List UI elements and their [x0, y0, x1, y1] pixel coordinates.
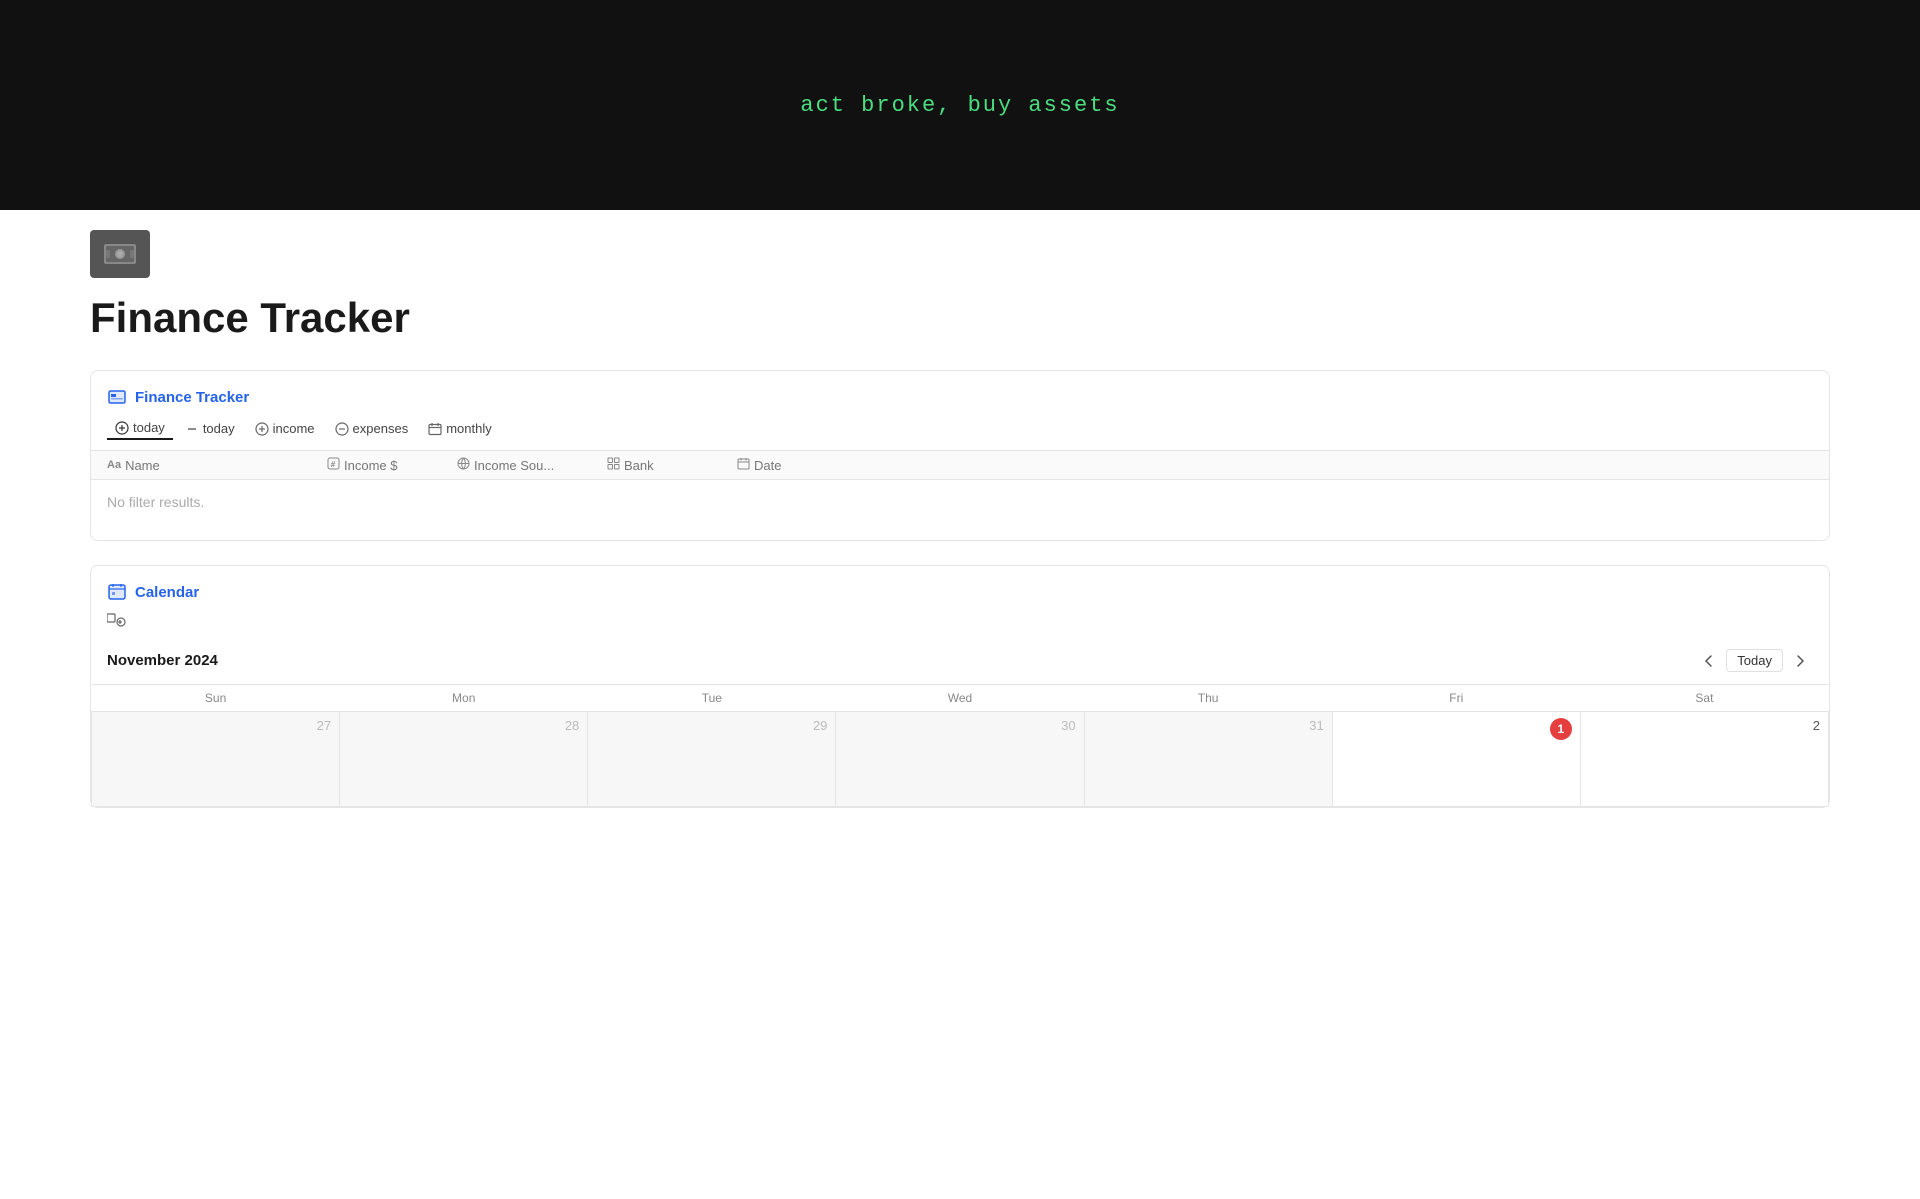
expenses-circle-icon — [335, 422, 349, 436]
cal-cell-2[interactable]: 2 — [1580, 712, 1828, 807]
cal-today-button[interactable]: Today — [1726, 649, 1783, 672]
income-filter[interactable]: income — [247, 418, 323, 439]
cal-filter-icon[interactable] — [107, 612, 127, 633]
plus-circle-icon — [115, 421, 129, 435]
col-tue: Tue — [588, 685, 836, 712]
text-field-icon: Aa — [107, 459, 121, 471]
page-title: Finance Tracker — [90, 294, 1830, 342]
date-calendar-icon — [737, 457, 750, 473]
col-date-header[interactable]: Date — [737, 457, 867, 473]
income-filter-label: income — [273, 421, 315, 436]
today-filter-label: today — [203, 421, 235, 436]
hero-banner: act broke, buy assets — [0, 0, 1920, 210]
db-header: Finance Tracker — [91, 387, 1829, 417]
number-icon: # — [327, 457, 340, 473]
cal-db-icon — [107, 582, 127, 602]
page-icon-area — [0, 210, 1920, 278]
cal-navigation: November 2024 Today — [91, 641, 1829, 684]
col-source-header[interactable]: Income Sou... — [457, 457, 607, 473]
col-name-header[interactable]: Aa Name — [107, 458, 327, 473]
col-wed: Wed — [836, 685, 1084, 712]
expenses-filter-label: expenses — [353, 421, 409, 436]
today-filter[interactable]: today — [177, 418, 243, 439]
cal-cell-1-today[interactable]: 1 — [1332, 712, 1580, 807]
col-mon: Mon — [340, 685, 588, 712]
cal-month-label: November 2024 — [107, 652, 218, 669]
cal-prev-button[interactable] — [1696, 650, 1722, 672]
col-fri: Fri — [1332, 685, 1580, 712]
calendar-week-row: 27 28 29 30 31 — [92, 712, 1829, 807]
col-thu: Thu — [1084, 685, 1332, 712]
col-income-label: Income $ — [344, 458, 397, 473]
main-content: Finance Tracker Finance Tracker — [0, 278, 1920, 848]
cal-cell-27[interactable]: 27 — [92, 712, 340, 807]
income-circle-icon — [255, 422, 269, 436]
calendar-widget: Calendar November 2024 — [90, 565, 1830, 808]
expenses-filter[interactable]: expenses — [327, 418, 417, 439]
cal-db-header: Calendar — [91, 582, 1829, 612]
col-sun: Sun — [92, 685, 340, 712]
grid-icon — [607, 457, 620, 473]
hero-tagline: act broke, buy assets — [800, 93, 1119, 118]
finance-tracker-link[interactable]: Finance Tracker — [135, 389, 249, 406]
add-today-filter[interactable]: today — [107, 417, 173, 440]
day-num-28: 28 — [348, 718, 579, 733]
cal-cell-28[interactable]: 28 — [340, 712, 588, 807]
day-num-30: 30 — [844, 718, 1075, 733]
col-bank-header[interactable]: Bank — [607, 457, 737, 473]
filter-bar: today today — [91, 417, 1829, 450]
day-num-29: 29 — [596, 718, 827, 733]
cal-nav-right: Today — [1696, 649, 1813, 672]
col-name-label: Name — [125, 458, 160, 473]
day-num-31: 31 — [1093, 718, 1324, 733]
today-badge: 1 — [1550, 718, 1572, 740]
monthly-filter[interactable]: monthly — [420, 418, 500, 439]
day-num-2: 2 — [1589, 718, 1820, 733]
col-source-label: Income Sou... — [474, 458, 554, 473]
day-num-27: 27 — [100, 718, 331, 733]
table-header: Aa Name # Income $ — [91, 450, 1829, 480]
monthly-filter-label: monthly — [446, 421, 492, 436]
cal-next-button[interactable] — [1787, 650, 1813, 672]
monthly-calendar-icon — [428, 422, 442, 436]
db-icon — [107, 387, 127, 407]
source-icon — [457, 457, 470, 473]
day-num-1: 1 — [1341, 718, 1572, 740]
cash-icon — [102, 236, 138, 272]
cal-cell-29[interactable]: 29 — [588, 712, 836, 807]
col-date-label: Date — [754, 458, 781, 473]
dash-icon — [185, 422, 199, 436]
calendar-grid: Sun Mon Tue Wed Thu Fri Sat 27 28 — [91, 684, 1829, 807]
finance-tracker-widget: Finance Tracker today — [90, 370, 1830, 541]
calendar-days-header: Sun Mon Tue Wed Thu Fri Sat — [92, 685, 1829, 712]
col-income-header[interactable]: # Income $ — [327, 457, 457, 473]
calendar-link[interactable]: Calendar — [135, 584, 199, 601]
cal-cell-30[interactable]: 30 — [836, 712, 1084, 807]
svg-text:#: # — [331, 460, 336, 469]
page-icon — [90, 230, 150, 278]
col-sat: Sat — [1580, 685, 1828, 712]
no-results-message: No filter results. — [91, 480, 1829, 524]
cal-cell-31[interactable]: 31 — [1084, 712, 1332, 807]
add-today-label: today — [133, 420, 165, 435]
cal-filter-row — [91, 612, 1829, 641]
col-bank-label: Bank — [624, 458, 654, 473]
